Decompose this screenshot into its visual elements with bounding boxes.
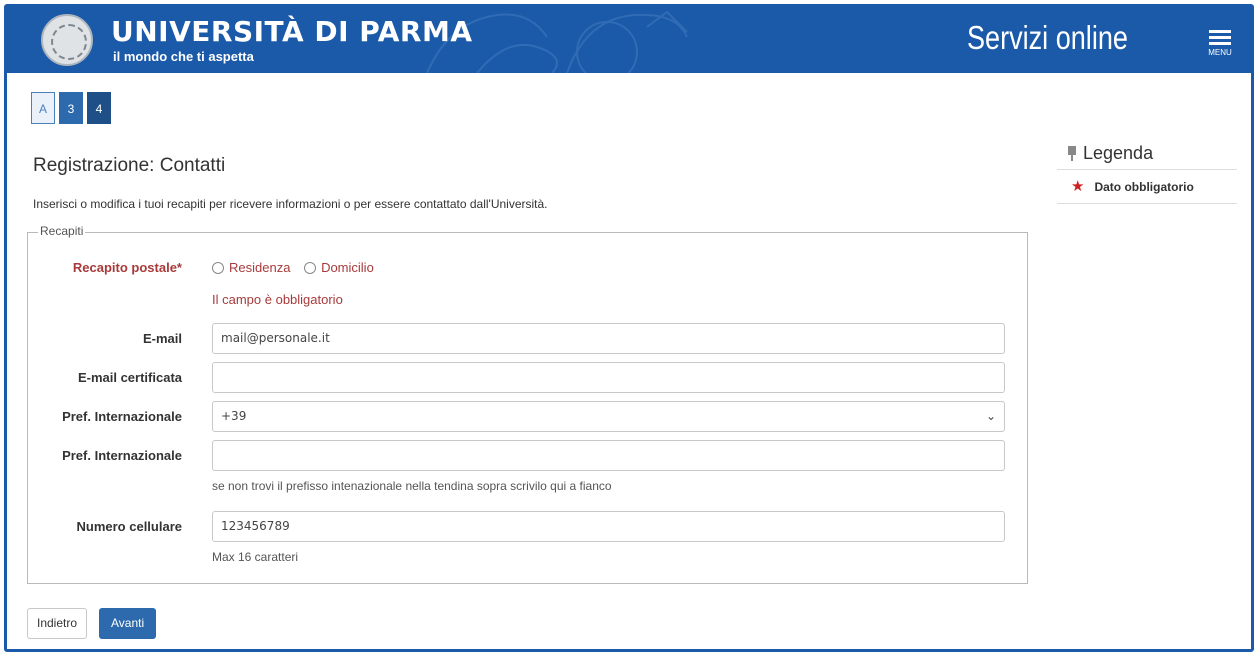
recapiti-fieldset: Recapiti Recapito postale* Residenza Dom… [27, 224, 1028, 584]
legend-title-row: Legenda [1057, 143, 1237, 170]
cellulare-label: Numero cellulare [76, 519, 183, 534]
prefix-text-label: Pref. Internazionale [62, 448, 182, 463]
step-a[interactable]: A [31, 92, 55, 124]
site-header: UNIVERSITÀ DI PARMA il mondo che ti aspe… [7, 7, 1251, 73]
pin-icon [1067, 146, 1077, 161]
legend-item: ★ Dato obbligatorio [1057, 170, 1237, 204]
step-3[interactable]: 3 [59, 92, 83, 124]
recapito-postale-label: Recapito postale* [72, 260, 182, 275]
hamburger-icon [1209, 30, 1231, 33]
radio-button-icon[interactable] [212, 262, 224, 274]
pec-input[interactable] [212, 362, 1005, 393]
app-window: UNIVERSITÀ DI PARMA il mondo che ti aspe… [4, 4, 1254, 652]
university-seal-logo[interactable] [41, 14, 93, 66]
hamburger-icon-bar [1209, 36, 1231, 39]
menu-label: MENU [1208, 48, 1232, 57]
back-button[interactable]: Indietro [27, 608, 88, 639]
next-button[interactable]: Avanti [99, 608, 157, 639]
prefix-text-input[interactable] [212, 440, 1005, 471]
prefix-help-text: se non trovi il prefisso intenazionale n… [212, 479, 612, 493]
email-label: E-mail [142, 331, 182, 346]
service-title: Servizi online [967, 19, 1128, 56]
email-input[interactable]: mail@personale.it [212, 323, 1005, 354]
radio-residenza-label[interactable]: Residenza [229, 260, 290, 275]
page-title: Registrazione: Contatti [33, 155, 226, 176]
star-icon: ★ [1071, 178, 1085, 195]
recapito-postale-error: Il campo è obbligatorio [212, 292, 343, 307]
brand-subtitle: il mondo che ti aspetta [113, 49, 254, 64]
chevron-down-icon[interactable]: ⌄ [986, 402, 996, 431]
radio-domicilio-label[interactable]: Domicilio [321, 260, 374, 275]
menu-button[interactable]: MENU [1203, 27, 1237, 67]
recapito-postale-radio-group: Residenza Domicilio [212, 260, 384, 275]
prefix-select-label: Pref. Internazionale [62, 409, 182, 424]
step-4[interactable]: 4 [87, 92, 111, 124]
cellulare-help-text: Max 16 caratteri [212, 550, 299, 564]
page-intro: Inserisci o modifica i tuoi recapiti per… [33, 197, 548, 211]
prefix-select[interactable]: +39 ⌄ [212, 401, 1005, 432]
prefix-select-value: +39 [221, 409, 247, 423]
radio-residenza[interactable]: Residenza [212, 260, 290, 275]
hamburger-icon-bar [1209, 42, 1231, 45]
legend-item-label: Dato obbligatorio [1094, 180, 1194, 194]
wizard-steps: A34 [31, 92, 115, 124]
radio-domicilio[interactable]: Domicilio [304, 260, 374, 275]
fieldset-legend: Recapiti [38, 224, 86, 238]
radio-button-icon[interactable] [304, 262, 317, 274]
cellulare-input[interactable]: 123456789 [212, 511, 1005, 542]
pec-label: E-mail certificata [77, 370, 182, 385]
legend-title: Legenda [1083, 143, 1154, 163]
brand-title[interactable]: UNIVERSITÀ DI PARMA [111, 15, 473, 48]
legend-panel: Legenda ★ Dato obbligatorio [1057, 143, 1237, 204]
